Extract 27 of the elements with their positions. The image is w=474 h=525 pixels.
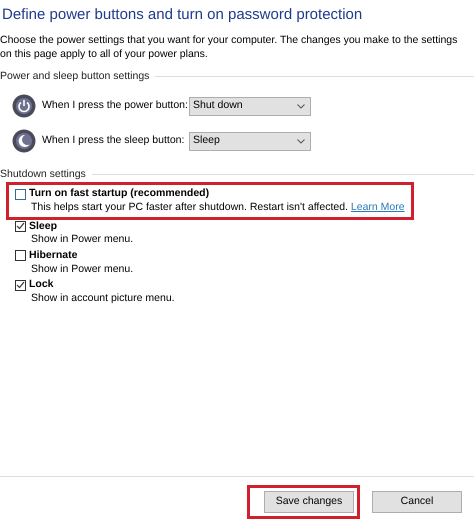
field-label: When I press the sleep button: <box>42 133 186 148</box>
moon-icon <box>12 129 36 154</box>
option-description: Show in account picture menu. <box>31 292 175 304</box>
dropdown[interactable]: Sleep <box>189 132 311 151</box>
checkbox[interactable] <box>15 188 26 200</box>
checkbox[interactable] <box>15 280 26 290</box>
option-label: Hibernate <box>29 248 78 263</box>
option-label: Turn on fast startup (recommended) <box>29 187 210 201</box>
checkbox[interactable] <box>15 250 26 262</box>
option-description: Show in Power menu. <box>31 262 134 275</box>
option-label: Sleep <box>29 220 58 234</box>
save-button[interactable]: Save changes <box>264 491 354 513</box>
power-icon <box>12 94 36 118</box>
dropdown[interactable]: Shut down <box>189 96 311 116</box>
chevron-icon <box>297 104 305 109</box>
section-heading: Shutdown settings <box>0 166 86 182</box>
learn-more-link[interactable]: Learn More <box>350 200 405 213</box>
section-heading: Power and sleep button settings <box>0 68 150 84</box>
description-text: Choose the power settings that you want for your computer. The changes you make to the settings on this page apply to all of your power plans. <box>0 32 458 61</box>
page-title: Define power buttons and turn on password protection <box>2 5 364 25</box>
cancel-button[interactable]: Cancel <box>372 491 462 513</box>
option-description: Show in Power menu. <box>31 233 134 246</box>
field-label: When I press the power button: <box>42 98 189 114</box>
checkbox[interactable] <box>15 220 26 232</box>
option-description: This helps start your PC faster after shutdown. Restart isn't affected. <box>31 200 348 213</box>
option-label: Lock <box>29 278 54 292</box>
chevron-icon <box>297 138 305 144</box>
